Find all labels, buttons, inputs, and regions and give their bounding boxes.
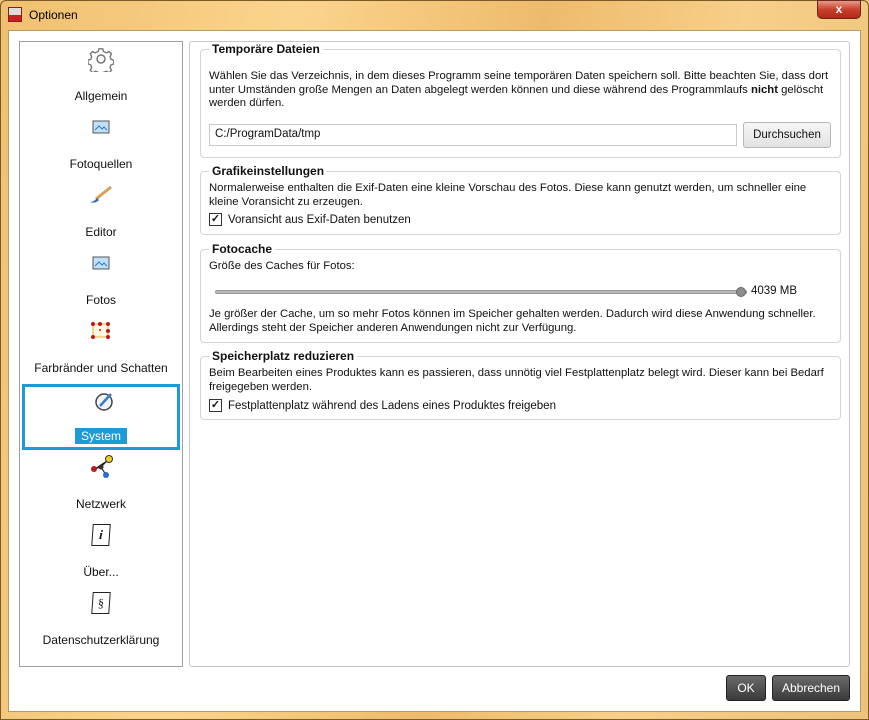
frame-icon — [88, 318, 114, 344]
sidebar-item-label: Datenschutzerklärung — [42, 633, 160, 647]
group-graphics: Grafikeinstellungen Normalerweise enthal… — [200, 164, 841, 235]
sidebar-item-label: System — [25, 428, 177, 444]
cache-size-label: Größe des Caches für Fotos: — [209, 260, 355, 272]
info-icon: i — [88, 522, 114, 548]
window-title: Optionen — [29, 8, 78, 22]
ok-button[interactable]: OK — [726, 675, 766, 701]
network-icon — [88, 454, 114, 480]
temp-description: Wählen Sie das Verzeichnis, in dem diese… — [209, 70, 829, 109]
sidebar-item-label: Farbränder und Schatten — [34, 361, 168, 375]
sidebar-item-label: Allgemein — [74, 89, 128, 103]
sidebar-item-editor[interactable]: Editor — [20, 178, 182, 246]
checkbox-checked-icon: ✓ — [209, 399, 222, 412]
brush-icon — [88, 182, 114, 208]
exif-preview-checkbox[interactable]: ✓ Voransicht aus Exif-Daten benutzen — [209, 213, 411, 226]
sidebar-item-fotos[interactable]: Fotos — [20, 246, 182, 314]
group-temp-files: Temporäre Dateien Wählen Sie das Verzeic… — [200, 42, 841, 158]
title-bar[interactable]: Optionen x — [0, 0, 869, 30]
group-title: Speicherplatz reduzieren — [209, 349, 358, 363]
sidebar-item-label: Netzwerk — [75, 497, 126, 511]
sidebar-item-label: Fotoquellen — [69, 157, 133, 171]
sidebar-item-ueber[interactable]: i Über... — [20, 518, 182, 586]
system-icon — [91, 388, 117, 414]
sidebar-item-label: Editor — [85, 225, 117, 239]
image-icon — [88, 114, 114, 140]
cache-size-value: 4039 MB — [751, 285, 798, 297]
slider-thumb[interactable] — [736, 287, 746, 297]
sidebar-item-farbraender[interactable]: Farbränder und Schatten — [20, 314, 182, 382]
free-disk-space-checkbox[interactable]: ✓ Festplattenplatz während des Ladens ein… — [209, 399, 556, 412]
group-title: Temporäre Dateien — [209, 42, 323, 56]
cache-size-slider[interactable] — [215, 287, 747, 297]
close-button[interactable]: x — [817, 0, 861, 19]
sidebar: Allgemein Fotoquellen Editor Fotos Farbr… — [19, 41, 183, 667]
browse-button[interactable]: Durchsuchen — [743, 122, 831, 148]
sidebar-item-system[interactable]: System — [22, 384, 180, 450]
checkbox-checked-icon: ✓ — [209, 213, 222, 226]
graphics-description: Normalerweise enthalten die Exif-Daten e… — [209, 182, 807, 208]
sidebar-item-allgemein[interactable]: Allgemein — [20, 42, 182, 110]
group-title: Grafikeinstellungen — [209, 164, 328, 178]
group-title: Fotocache — [209, 242, 276, 256]
sidebar-item-label: Fotos — [85, 293, 116, 307]
cancel-button[interactable]: Abbrechen — [772, 675, 850, 701]
sidebar-item-fotoquellen[interactable]: Fotoquellen — [20, 110, 182, 178]
gear-icon — [88, 46, 114, 72]
cache-description: Je größer der Cache, um so mehr Fotos kö… — [209, 308, 816, 334]
image-icon — [88, 250, 114, 276]
sidebar-item-netzwerk[interactable]: Netzwerk — [20, 450, 182, 518]
sidebar-item-datenschutz[interactable]: § Datenschutzerklärung — [20, 586, 182, 654]
storage-description: Beim Bearbeiten eines Produktes kann es … — [209, 367, 824, 393]
paragraph-icon: § — [88, 590, 114, 616]
sidebar-item-label: Über... — [83, 565, 119, 579]
group-storage: Speicherplatz reduzieren Beim Bearbeiten… — [200, 349, 841, 420]
group-photo-cache: Fotocache Größe des Caches für Fotos: 40… — [200, 242, 841, 343]
app-icon — [8, 7, 22, 22]
temp-path-input[interactable]: C:/ProgramData/tmp — [209, 124, 737, 146]
settings-panel: Temporäre Dateien Wählen Sie das Verzeic… — [189, 41, 850, 667]
